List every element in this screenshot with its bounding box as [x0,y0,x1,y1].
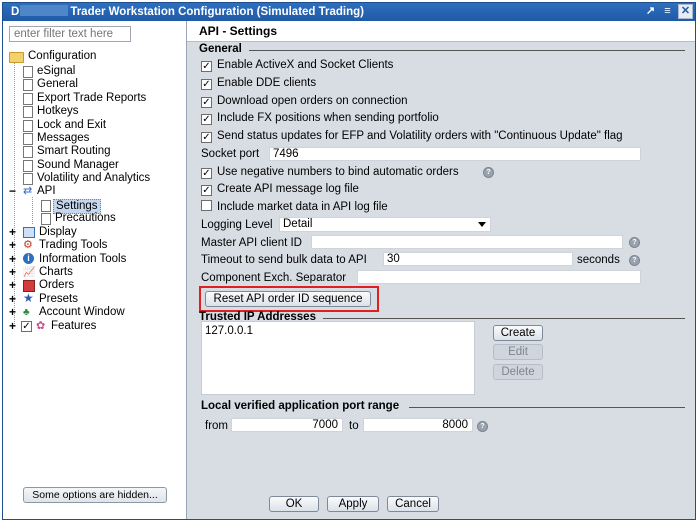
timeout-unit: seconds [577,254,620,266]
masked-username [20,5,69,16]
check-dde-clients[interactable]: ✓ Enable DDE clients [201,76,316,90]
checkbox[interactable] [201,200,212,211]
document-icon [23,173,33,185]
display-icon [23,227,35,238]
expand-icon[interactable]: + [9,226,18,238]
check-activex-socket[interactable]: ✓ Enable ActiveX and Socket Clients [201,58,393,72]
to-label: to [349,420,359,432]
expand-icon[interactable]: + [9,320,18,332]
port-to-field[interactable]: 8000 [363,418,473,432]
collapse-icon[interactable]: − [9,185,18,197]
help-icon[interactable]: ? [477,421,488,432]
close-icon[interactable]: ✕ [678,4,693,19]
chart-icon: 📈 [23,267,36,278]
logging-level-label: Logging Level [201,219,273,231]
folder-icon [9,52,24,63]
settings-panel: API - Settings General ✓ Enable ActiveX a… [187,21,695,519]
port-from-field[interactable]: 7000 [231,418,343,432]
config-tree-panel: Configuration eSignal General Export Tra… [3,21,187,519]
help-icon[interactable]: ? [483,167,494,178]
menu-icon[interactable]: ≡ [660,4,675,19]
check-download-open-orders[interactable]: ✓ Download open orders on connection [201,94,408,108]
filter-input[interactable] [9,26,131,42]
title-bar: D Trader Workstation Configuration (Simul… [3,3,695,21]
page-title: API - Settings [199,24,278,38]
features-checkbox[interactable]: ✓ [21,321,32,332]
cancel-button[interactable]: Cancel [387,496,439,512]
document-icon [41,200,51,212]
checkbox[interactable]: ✓ [201,61,212,72]
timeout-field[interactable]: 30 [383,252,573,266]
separator-field[interactable] [357,270,641,284]
expand-icon[interactable]: + [9,253,18,265]
panel-header: API - Settings [187,21,695,42]
api-icon: ⇄ [23,185,33,197]
section-divider [409,407,685,408]
document-icon [41,213,51,225]
checkbox[interactable]: ✓ [201,114,212,125]
trusted-ip-list[interactable]: 127.0.0.1 [201,321,475,395]
master-client-label: Master API client ID [201,237,302,249]
checkbox[interactable]: ✓ [201,97,212,108]
socket-port-label: Socket port [201,148,260,160]
document-icon [23,160,33,172]
config-window: D Trader Workstation Configuration (Simul… [2,2,696,520]
account-icon: ♣ [23,307,30,318]
hidden-options-button[interactable]: Some options are hidden... [23,487,167,503]
check-send-status-updates[interactable]: ✓ Send status updates for EFP and Volatil… [201,129,623,143]
socket-port-field[interactable]: 7496 [269,147,641,161]
port-range-label: Local verified application port range [201,400,400,412]
separator-label: Component Exch. Separator [201,272,347,284]
help-icon[interactable]: ? [629,255,640,266]
pin-icon[interactable]: ↗ [643,4,658,19]
document-icon [23,133,33,145]
presets-star-icon: ★ [23,291,34,305]
window-title: Trader Workstation Configuration (Simula… [70,6,365,18]
info-icon: i [23,253,34,264]
reset-api-order-id-button[interactable]: Reset API order ID sequence [205,291,371,307]
create-button[interactable]: Create [493,325,543,341]
check-negative-numbers[interactable]: ✓ Use negative numbers to bind automatic … [201,165,459,179]
checkbox[interactable]: ✓ [201,132,212,143]
check-include-market-data[interactable]: Include market data in API log file [201,200,388,214]
checkbox[interactable]: ✓ [201,185,212,196]
section-divider [323,318,685,319]
logging-level-select[interactable]: Detail [279,217,491,232]
checkbox[interactable]: ✓ [201,168,212,179]
general-section-label: General [199,43,242,55]
expand-icon[interactable]: + [9,306,18,318]
from-label: from [205,420,228,432]
check-include-fx-positions[interactable]: ✓ Include FX positions when sending portf… [201,111,439,125]
document-icon [23,93,33,105]
document-icon [23,146,33,158]
master-client-field[interactable] [311,235,623,249]
timeout-label: Timeout to send bulk data to API [201,254,367,266]
help-icon[interactable]: ? [629,237,640,248]
document-icon [23,79,33,91]
delete-button[interactable]: Delete [493,364,543,380]
document-icon [23,106,33,118]
section-divider [249,50,685,51]
checkbox[interactable]: ✓ [201,79,212,90]
features-icon: ✿ [36,320,46,332]
document-icon [23,120,33,132]
expand-icon[interactable]: + [9,266,18,278]
expand-icon[interactable]: + [9,239,18,251]
document-icon [23,66,33,78]
chevron-down-icon [478,222,486,227]
expand-icon[interactable]: + [9,293,18,305]
trading-tools-icon: ⚙ [23,239,33,251]
expand-icon[interactable]: + [9,279,18,291]
edit-button[interactable]: Edit [493,344,543,360]
check-api-log-file[interactable]: ✓ Create API message log file [201,182,359,196]
ok-button[interactable]: OK [269,496,319,512]
apply-button[interactable]: Apply [327,496,379,512]
list-item[interactable]: 127.0.0.1 [205,325,253,337]
title-prefix: D [11,6,20,18]
